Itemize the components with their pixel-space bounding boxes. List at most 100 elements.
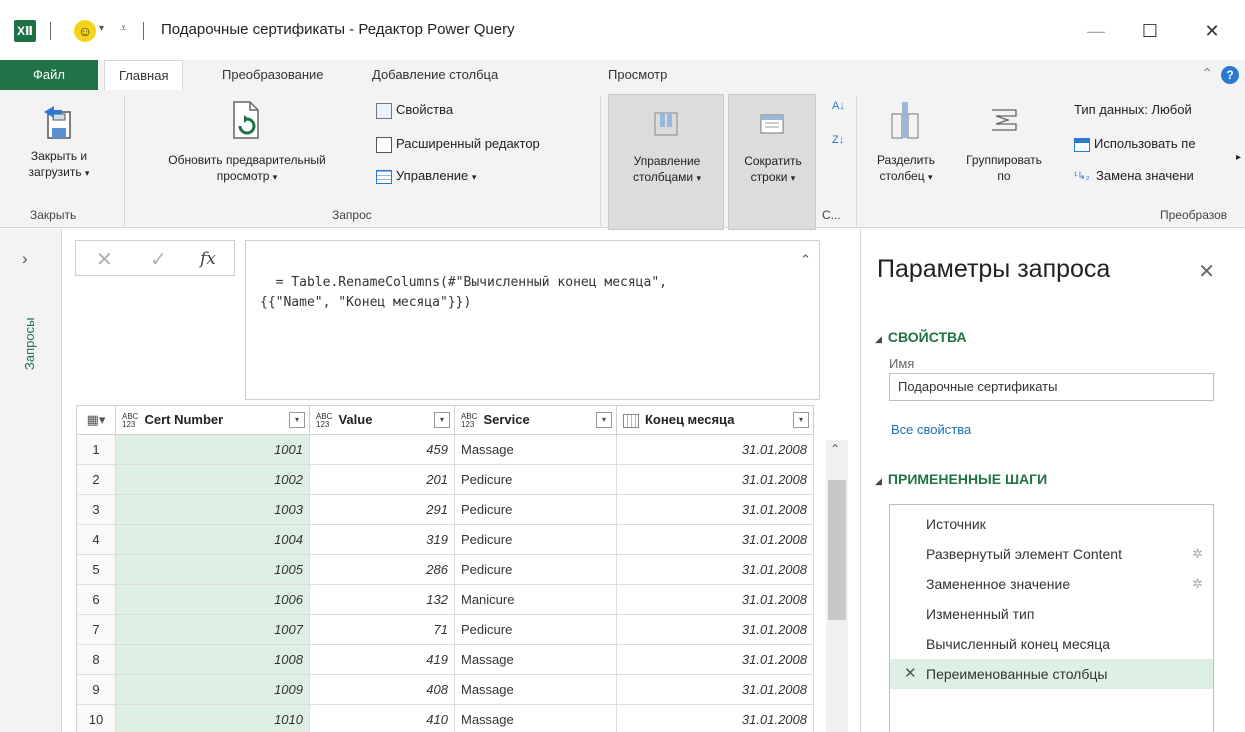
service-cell[interactable]: Pedicure	[455, 525, 617, 555]
query-name-input[interactable]: Подарочные сертификаты	[889, 373, 1214, 401]
service-cell[interactable]: Pedicure	[455, 555, 617, 585]
use-first-row-button[interactable]: Использовать пе	[1074, 134, 1196, 154]
queries-pane-label[interactable]: Запросы	[22, 289, 42, 399]
minimize-button[interactable]: —	[1078, 16, 1114, 48]
service-cell[interactable]: Pedicure	[455, 615, 617, 645]
expand-queries-icon[interactable]: ›	[22, 249, 28, 269]
collapse-ribbon-icon[interactable]: ⌃	[1201, 65, 1213, 82]
table-row[interactable]: 7 1007 71 Pedicure 31.01.2008	[76, 615, 820, 645]
close-settings-icon[interactable]: ✕	[1198, 259, 1215, 284]
value-cell[interactable]: 201	[310, 465, 455, 495]
split-column-button[interactable]: Разделить столбец ▾	[862, 96, 950, 188]
tab-transform[interactable]: Преобразование	[222, 60, 324, 90]
row-number[interactable]: 8	[76, 645, 116, 675]
close-window-button[interactable]: ✕	[1194, 16, 1230, 48]
service-cell[interactable]: Pedicure	[455, 465, 617, 495]
smiley-icon[interactable]: ☺	[74, 20, 96, 42]
service-cell[interactable]: Massage	[455, 645, 617, 675]
qat-customize-icon[interactable]: ⩡	[120, 21, 127, 36]
service-cell[interactable]: Manicure	[455, 585, 617, 615]
month-end-cell[interactable]: 31.01.2008	[617, 645, 814, 675]
applied-step[interactable]: Источник	[890, 509, 1213, 539]
month-end-cell[interactable]: 31.01.2008	[617, 615, 814, 645]
value-cell[interactable]: 291	[310, 495, 455, 525]
row-number[interactable]: 10	[76, 705, 116, 732]
applied-steps-header[interactable]: ◢ ПРИМЕНЕННЫЕ ШАГИ	[875, 471, 1047, 487]
ribbon-scroll-right-icon[interactable]: ▸	[1236, 148, 1241, 168]
properties-section-header[interactable]: ◢ СВОЙСТВА	[875, 329, 967, 345]
data-type-dropdown[interactable]: Тип данных: Любой	[1074, 100, 1192, 120]
cert-number-cell[interactable]: 1008	[116, 645, 310, 675]
advanced-editor-button[interactable]: Расширенный редактор	[376, 134, 540, 154]
filter-dropdown-icon[interactable]: ▾	[434, 412, 450, 428]
refresh-preview-button[interactable]: Обновить предварительный просмотр ▾	[128, 96, 366, 188]
row-number[interactable]: 9	[76, 675, 116, 705]
row-number[interactable]: 4	[76, 525, 116, 555]
cert-number-cell[interactable]: 1006	[116, 585, 310, 615]
table-menu-button[interactable]: ▦▾	[76, 405, 116, 435]
tab-add-column[interactable]: Добавление столбца	[372, 60, 498, 90]
column-header-service[interactable]: ABC 123 Service ▾	[455, 405, 617, 435]
table-row[interactable]: 4 1004 319 Pedicure 31.01.2008	[76, 525, 820, 555]
fx-icon[interactable]: fx	[200, 249, 216, 269]
value-cell[interactable]: 319	[310, 525, 455, 555]
help-icon[interactable]: ?	[1221, 66, 1239, 84]
group-by-button[interactable]: Группировать по	[952, 96, 1056, 188]
cert-number-cell[interactable]: 1003	[116, 495, 310, 525]
value-cell[interactable]: 71	[310, 615, 455, 645]
cert-number-cell[interactable]: 1001	[116, 435, 310, 465]
table-row[interactable]: 2 1002 201 Pedicure 31.01.2008	[76, 465, 820, 495]
close-load-button[interactable]: Закрыть и загрузить ▾	[4, 96, 114, 188]
value-cell[interactable]: 408	[310, 675, 455, 705]
row-number[interactable]: 7	[76, 615, 116, 645]
row-number[interactable]: 2	[76, 465, 116, 495]
month-end-cell[interactable]: 31.01.2008	[617, 555, 814, 585]
table-row[interactable]: 8 1008 419 Massage 31.01.2008	[76, 645, 820, 675]
month-end-cell[interactable]: 31.01.2008	[617, 525, 814, 555]
tab-file[interactable]: Файл	[0, 60, 98, 90]
month-end-cell[interactable]: 31.01.2008	[617, 435, 814, 465]
sort-descending-icon[interactable]: Z↓	[832, 130, 844, 150]
applied-step[interactable]: ✕ Переименованные столбцы	[890, 659, 1213, 689]
value-cell[interactable]: 419	[310, 645, 455, 675]
tab-home[interactable]: Главная	[104, 60, 184, 91]
collapse-formula-icon[interactable]: ⌃	[800, 251, 811, 271]
applied-step[interactable]: Вычисленный конец месяца	[890, 629, 1213, 659]
service-cell[interactable]: Massage	[455, 435, 617, 465]
delete-step-icon[interactable]: ✕	[904, 659, 917, 689]
maximize-button[interactable]: ☐	[1132, 16, 1168, 48]
value-cell[interactable]: 132	[310, 585, 455, 615]
table-row[interactable]: 3 1003 291 Pedicure 31.01.2008	[76, 495, 820, 525]
row-number[interactable]: 5	[76, 555, 116, 585]
cert-number-cell[interactable]: 1007	[116, 615, 310, 645]
row-number[interactable]: 1	[76, 435, 116, 465]
cert-number-cell[interactable]: 1004	[116, 525, 310, 555]
grid-vertical-scrollbar[interactable]: ⌃	[826, 440, 848, 732]
step-settings-gear-icon[interactable]: ✲	[1192, 539, 1203, 569]
cert-number-cell[interactable]: 1009	[116, 675, 310, 705]
value-cell[interactable]: 410	[310, 705, 455, 732]
applied-step[interactable]: Развернутый элемент Content ✲	[890, 539, 1213, 569]
value-cell[interactable]: 459	[310, 435, 455, 465]
scroll-up-icon[interactable]: ⌃	[830, 442, 840, 456]
service-cell[interactable]: Massage	[455, 705, 617, 732]
applied-step[interactable]: Замененное значение ✲	[890, 569, 1213, 599]
filter-dropdown-icon[interactable]: ▾	[596, 412, 612, 428]
table-row[interactable]: 1 1001 459 Massage 31.01.2008	[76, 435, 820, 465]
month-end-cell[interactable]: 31.01.2008	[617, 705, 814, 732]
replace-values-button[interactable]: ¹↳₂ Замена значени	[1074, 166, 1194, 186]
step-settings-gear-icon[interactable]: ✲	[1192, 569, 1203, 599]
reduce-rows-button[interactable]: Сократить строки ▾	[728, 94, 816, 230]
column-header-cert-number[interactable]: ABC 123 Cert Number ▾	[116, 405, 310, 435]
manage-columns-button[interactable]: Управление столбцами ▾	[608, 94, 724, 230]
service-cell[interactable]: Massage	[455, 675, 617, 705]
scrollbar-thumb[interactable]	[828, 480, 846, 620]
cancel-formula-icon[interactable]: ✕	[96, 247, 113, 272]
properties-button[interactable]: Свойства	[376, 100, 453, 120]
filter-dropdown-icon[interactable]: ▾	[793, 412, 809, 428]
manage-button[interactable]: Управление ▾	[376, 166, 476, 186]
row-number[interactable]: 6	[76, 585, 116, 615]
service-cell[interactable]: Pedicure	[455, 495, 617, 525]
formula-input[interactable]: = Table.RenameColumns(#"Вычисленный коне…	[245, 240, 820, 400]
applied-step[interactable]: Измененный тип	[890, 599, 1213, 629]
